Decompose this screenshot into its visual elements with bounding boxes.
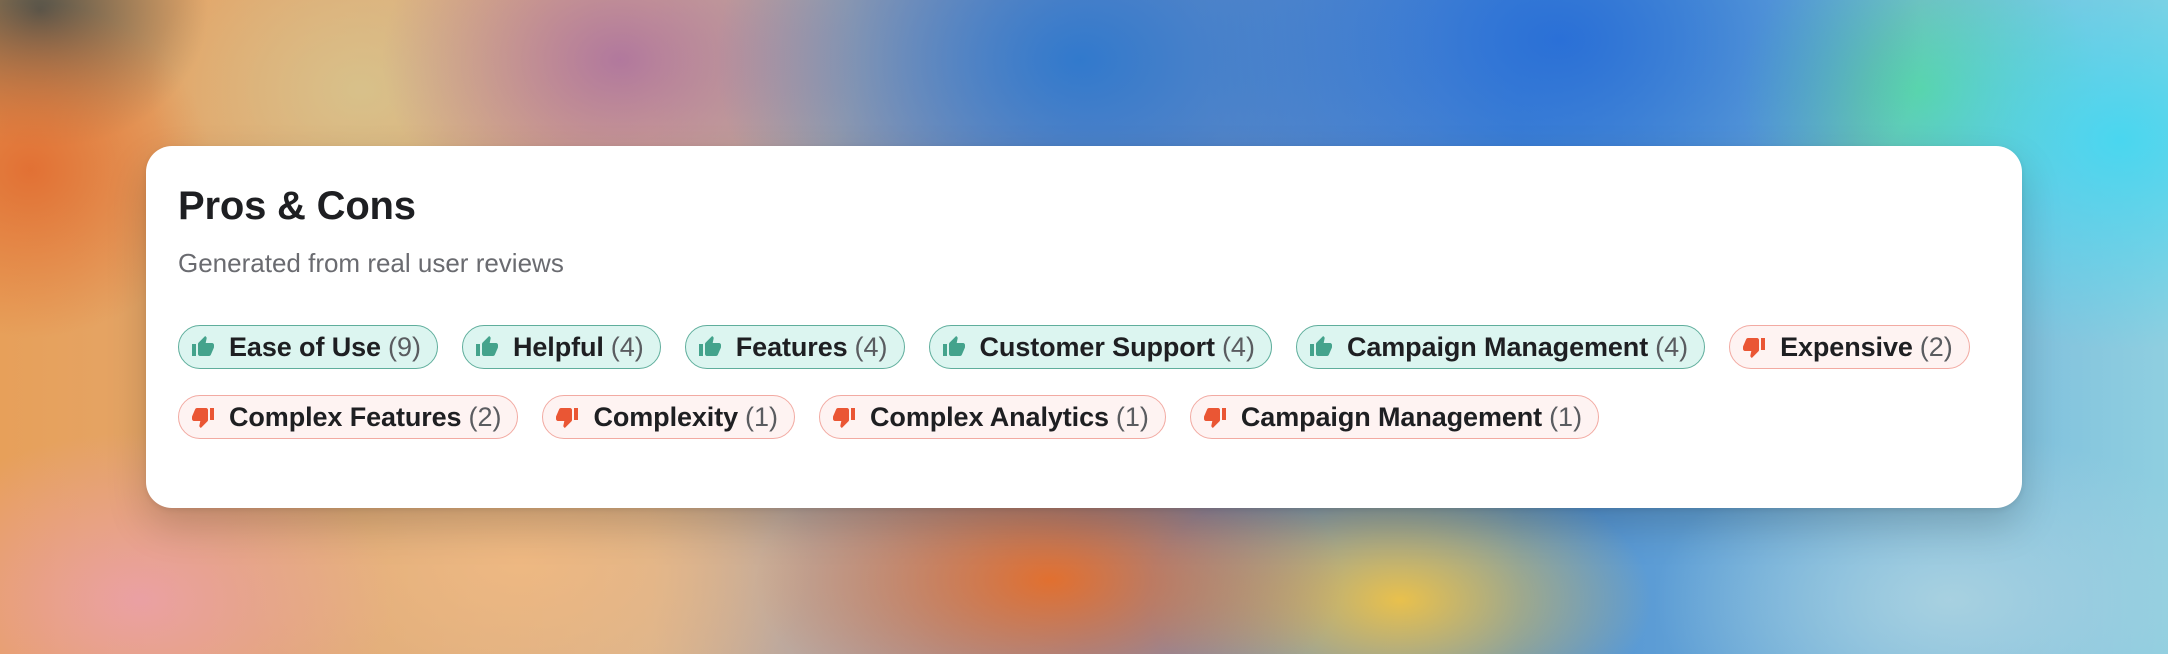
con-chip-campaign-management[interactable]: Campaign Management (1) bbox=[1189, 395, 1600, 440]
tag-row-2: Complex Features (2) Complexity (1) Comp… bbox=[178, 395, 1990, 440]
chip-count: (1) bbox=[745, 401, 779, 432]
chip-count: (2) bbox=[1919, 331, 1953, 362]
chip-count: (1) bbox=[1115, 401, 1149, 432]
review-tags: Ease of Use (9) Helpful (4) Features (4) bbox=[178, 325, 1990, 440]
con-chip-complexity[interactable]: Complexity (1) bbox=[542, 395, 796, 440]
chip-label: Features bbox=[735, 331, 848, 362]
pros-cons-card: Pros & Cons Generated from real user rev… bbox=[146, 146, 2022, 508]
tag-row-1: Ease of Use (9) Helpful (4) Features (4) bbox=[178, 325, 1990, 370]
con-chip-complex-analytics[interactable]: Complex Analytics (1) bbox=[819, 395, 1166, 440]
pro-chip-features[interactable]: Features (4) bbox=[684, 325, 905, 370]
chip-label: Complex Features bbox=[229, 401, 462, 432]
chip-count: (4) bbox=[1221, 331, 1255, 362]
thumbs-down-icon bbox=[189, 403, 217, 431]
thumbs-down-icon bbox=[830, 403, 858, 431]
chip-count: (4) bbox=[1655, 331, 1689, 362]
chip-label: Ease of Use bbox=[229, 331, 381, 362]
con-chip-complex-features[interactable]: Complex Features (2) bbox=[178, 395, 519, 440]
thumbs-down-icon bbox=[1201, 403, 1229, 431]
chip-count: (9) bbox=[387, 331, 421, 362]
chip-label: Campaign Management bbox=[1346, 331, 1649, 362]
thumbs-up-icon bbox=[1307, 333, 1335, 361]
chip-label: Complex Analytics bbox=[870, 401, 1109, 432]
chip-count: (4) bbox=[610, 331, 644, 362]
chip-count: (4) bbox=[854, 331, 888, 362]
thumbs-down-icon bbox=[553, 403, 581, 431]
chip-label: Expensive bbox=[1780, 331, 1913, 362]
con-chip-expensive[interactable]: Expensive (2) bbox=[1729, 325, 1970, 370]
pro-chip-campaign-management[interactable]: Campaign Management (4) bbox=[1295, 325, 1706, 370]
pro-chip-helpful[interactable]: Helpful (4) bbox=[461, 325, 661, 370]
card-title: Pros & Cons bbox=[178, 184, 416, 228]
pro-chip-ease-of-use[interactable]: Ease of Use (9) bbox=[178, 325, 438, 370]
chip-label: Customer Support bbox=[979, 331, 1216, 362]
thumbs-up-icon bbox=[940, 333, 968, 361]
chip-label: Complexity bbox=[593, 401, 739, 432]
chip-label: Helpful bbox=[512, 331, 604, 362]
pro-chip-customer-support[interactable]: Customer Support (4) bbox=[928, 325, 1272, 370]
thumbs-up-icon bbox=[189, 333, 217, 361]
chip-count: (1) bbox=[1549, 401, 1583, 432]
thumbs-down-icon bbox=[1740, 333, 1768, 361]
thumbs-up-icon bbox=[473, 333, 501, 361]
thumbs-up-icon bbox=[696, 333, 724, 361]
chip-label: Campaign Management bbox=[1240, 401, 1543, 432]
chip-count: (2) bbox=[468, 401, 502, 432]
card-subtitle: Generated from real user reviews bbox=[178, 248, 564, 278]
